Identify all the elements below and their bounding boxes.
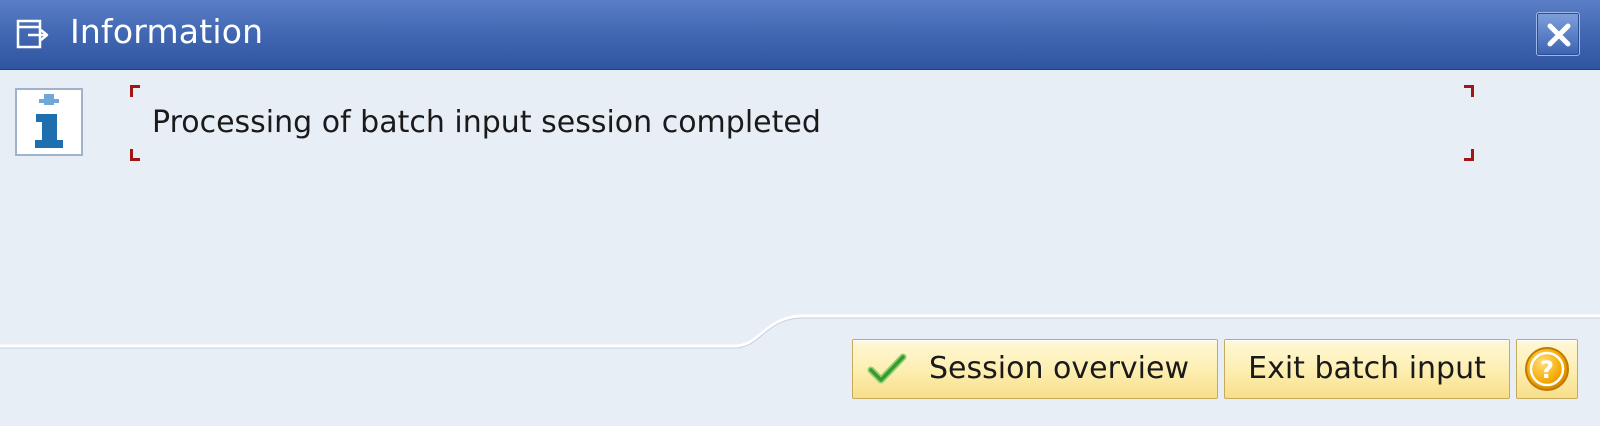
close-button[interactable] [1536,12,1580,56]
close-icon [1547,23,1571,47]
dialog-content: Processing of batch input session comple… [0,71,1600,426]
focus-corner [1464,85,1474,97]
help-button[interactable]: ? [1516,339,1578,399]
help-glyph: ? [1540,356,1554,384]
focus-corner [130,149,140,161]
info-icon [15,88,83,156]
message-area: Processing of batch input session comple… [130,85,1474,161]
information-dialog: Information Processing of batch input se… [0,0,1600,426]
dialog-window-icon [16,19,49,49]
focus-corner [1464,149,1474,161]
help-icon: ? [1525,347,1569,391]
checkmark-icon [867,353,907,384]
session-overview-button[interactable]: Session overview [852,339,1218,399]
message-text: Processing of batch input session comple… [152,105,821,140]
dialog-title: Information [70,12,264,51]
session-overview-label: Session overview [929,351,1189,386]
title-bar[interactable]: Information [0,0,1600,70]
exit-batch-input-label: Exit batch input [1248,351,1486,386]
focus-corner [130,85,140,97]
exit-batch-input-button[interactable]: Exit batch input [1224,339,1510,399]
